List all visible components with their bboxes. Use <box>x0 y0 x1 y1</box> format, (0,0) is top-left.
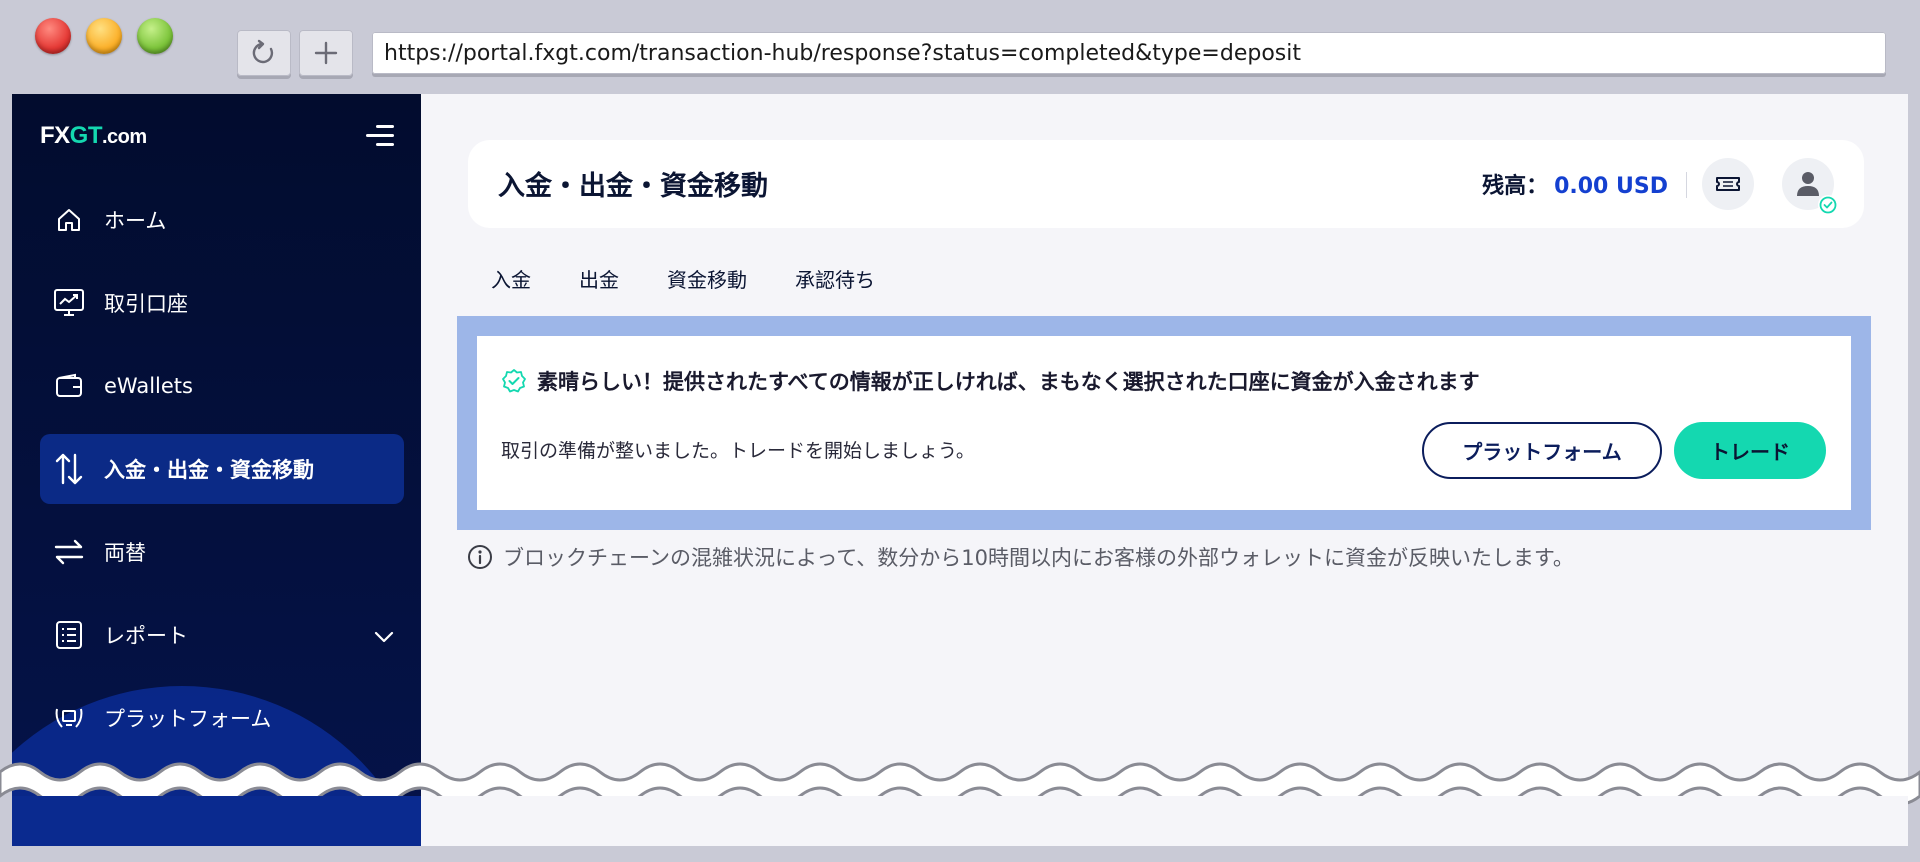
address-bar[interactable]: https://portal.fxgt.com/transaction-hub/… <box>372 32 1886 74</box>
exchange-icon <box>52 535 86 569</box>
main-content: 入金・出金・資金移動 残高： 0.00 USD 入金 出金 資金移動 承認待ち 素… <box>421 94 1908 846</box>
sidebar-bottom-fragment <box>12 796 421 846</box>
success-check-icon <box>501 368 527 394</box>
sidebar: FXGT.com ホーム 取引口座 eWallets 入金・出金・資金移動 両替… <box>12 94 421 846</box>
balance-display: 残高： 0.00 USD <box>1482 168 1668 200</box>
chart-monitor-icon <box>52 286 86 320</box>
verified-badge <box>1818 195 1838 215</box>
sidebar-item-reports[interactable]: レポート <box>40 600 404 670</box>
info-note-text: ブロックチェーンの混雑状況によって、数分から10時間以内にお客様の外部ウォレット… <box>503 546 1574 570</box>
page-title: 入金・出金・資金移動 <box>498 171 768 202</box>
tab-withdrawal[interactable]: 出金 <box>579 264 619 293</box>
report-list-icon <box>52 618 86 652</box>
header-divider <box>1686 172 1687 198</box>
maximize-window-button[interactable] <box>137 18 173 54</box>
minimize-window-button[interactable] <box>86 18 122 54</box>
alert-subtitle: 取引の準備が整いました。トレードを開始しましょう。 <box>501 440 975 462</box>
sidebar-item-label: 両替 <box>104 541 146 565</box>
sidebar-item-exchange[interactable]: 両替 <box>40 517 404 587</box>
info-note: ブロックチェーンの混雑状況によって、数分から10時間以内にお客様の外部ウォレット… <box>467 542 1574 572</box>
ticket-icon <box>1716 177 1740 191</box>
sidebar-item-platform[interactable]: プラットフォーム <box>40 683 404 753</box>
reload-icon <box>252 39 274 64</box>
logo-domain: .com <box>102 126 147 148</box>
sidebar-item-trading-accounts[interactable]: 取引口座 <box>40 268 404 338</box>
tab-transfer[interactable]: 資金移動 <box>667 264 747 293</box>
close-window-button[interactable] <box>35 18 71 54</box>
browser-chrome: https://portal.fxgt.com/transaction-hub/… <box>0 0 1920 94</box>
page-header: 入金・出金・資金移動 残高： 0.00 USD <box>468 140 1864 228</box>
sidebar-item-transfers[interactable]: 入金・出金・資金移動 <box>40 434 404 504</box>
sidebar-item-ewallets[interactable]: eWallets <box>40 351 404 421</box>
ticket-button[interactable] <box>1702 158 1754 210</box>
tab-pending[interactable]: 承認待ち <box>795 264 875 293</box>
home-icon <box>52 203 86 237</box>
menu-toggle-button[interactable] <box>364 122 394 150</box>
alert-title: 素晴らしい！提供されたすべての情報が正しければ、まもなく選択された口座に資金が入… <box>501 366 1480 396</box>
sidebar-item-label: ホーム <box>104 209 167 233</box>
tab-deposit[interactable]: 入金 <box>491 264 531 293</box>
transaction-tabs: 入金 出金 資金移動 承認待ち <box>491 264 923 293</box>
logo-gt: GT <box>69 122 103 149</box>
wallet-icon <box>52 369 86 403</box>
reload-button[interactable] <box>237 30 291 76</box>
sidebar-item-label: eWallets <box>104 374 193 398</box>
new-tab-button[interactable] <box>299 30 353 76</box>
fxgt-logo[interactable]: FXGT.com <box>40 122 147 150</box>
success-alert-frame: 素晴らしい！提供されたすべての情報が正しければ、まもなく選択された口座に資金が入… <box>457 316 1871 530</box>
platform-button[interactable]: プラットフォーム <box>1422 422 1662 479</box>
plus-icon <box>314 41 338 65</box>
window-bottom-edge <box>0 846 1920 862</box>
sidebar-item-home[interactable]: ホーム <box>40 185 404 255</box>
chevron-down-icon[interactable] <box>374 624 394 648</box>
trade-button[interactable]: トレード <box>1674 422 1826 479</box>
verified-check-icon <box>1819 196 1837 214</box>
platform-icon <box>52 701 86 735</box>
sidebar-item-label: レポート <box>104 624 188 648</box>
balance-amount: 0.00 USD <box>1554 174 1668 199</box>
user-icon <box>1797 172 1819 196</box>
sidebar-item-label: プラットフォーム <box>104 707 272 731</box>
transfer-arrows-icon <box>52 452 86 486</box>
logo-fx: FX <box>40 122 70 149</box>
sidebar-item-label: 取引口座 <box>104 292 188 316</box>
balance-label: 残高： <box>1482 174 1549 199</box>
alert-title-text: 素晴らしい！提供されたすべての情報が正しければ、まもなく選択された口座に資金が入… <box>537 370 1480 394</box>
success-alert: 素晴らしい！提供されたすべての情報が正しければ、まもなく選択された口座に資金が入… <box>477 336 1851 510</box>
main-bottom-fragment <box>421 796 1908 846</box>
info-icon <box>467 544 493 570</box>
sidebar-item-label: 入金・出金・資金移動 <box>104 458 314 482</box>
